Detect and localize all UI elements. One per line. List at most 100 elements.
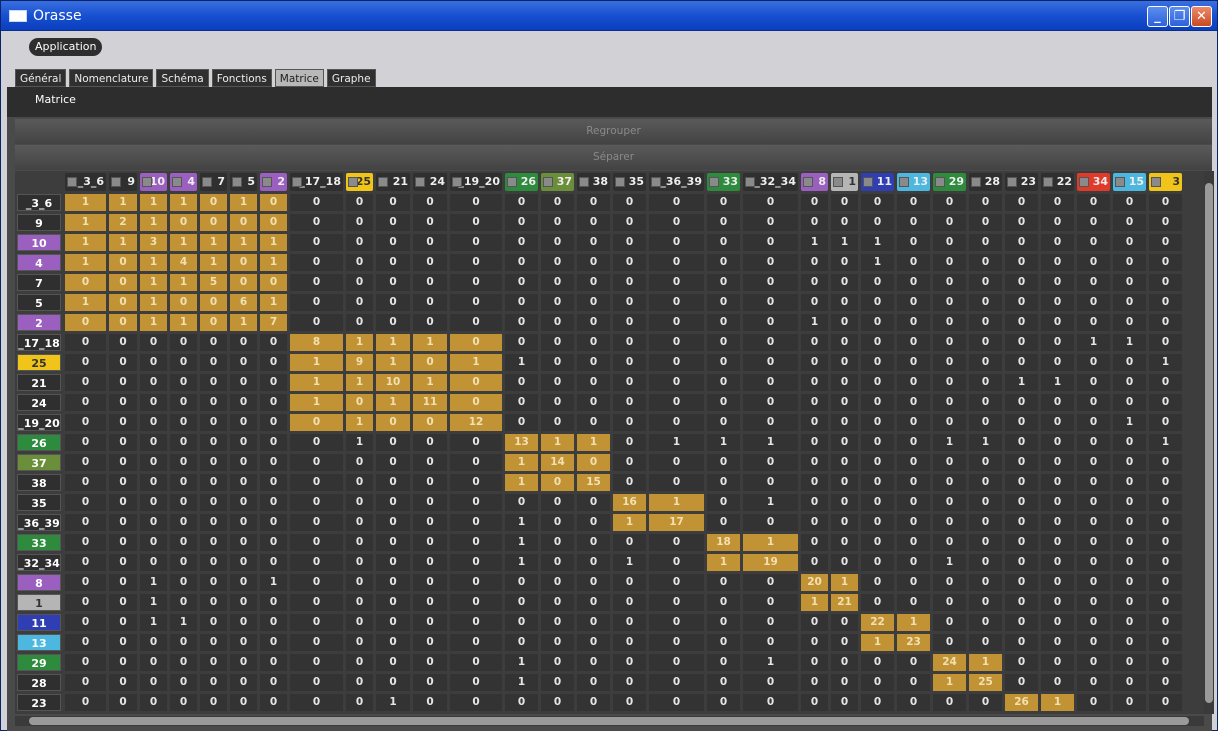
matrix-cell[interactable]: 0 <box>1041 354 1074 371</box>
matrix-cell[interactable]: 0 <box>801 474 828 491</box>
matrix-cell[interactable]: 0 <box>1005 394 1038 411</box>
matrix-cell[interactable]: 0 <box>346 554 373 571</box>
row-header[interactable]: 29 <box>17 654 61 671</box>
matrix-cell[interactable]: 0 <box>541 214 574 231</box>
matrix-cell[interactable]: 0 <box>140 554 167 571</box>
matrix-cell[interactable]: 0 <box>831 554 858 571</box>
matrix-cell[interactable]: 0 <box>1041 474 1074 491</box>
matrix-cell[interactable]: 0 <box>613 454 646 471</box>
matrix-cell[interactable]: 0 <box>707 614 740 631</box>
matrix-cell[interactable]: 1 <box>170 274 197 291</box>
matrix-cell[interactable]: 0 <box>170 494 197 511</box>
matrix-cell[interactable]: 0 <box>65 334 106 351</box>
matrix-cell[interactable]: 0 <box>613 534 646 551</box>
matrix-cell[interactable]: 13 <box>505 434 538 451</box>
matrix-cell[interactable]: 0 <box>109 494 137 511</box>
matrix-cell[interactable]: 0 <box>649 194 704 211</box>
matrix-cell[interactable]: 0 <box>376 494 410 511</box>
row-header[interactable]: _19_20 <box>17 414 61 431</box>
matrix-cell[interactable]: 0 <box>969 334 1002 351</box>
matrix-cell[interactable]: 0 <box>413 614 447 631</box>
matrix-cell[interactable]: 0 <box>541 674 574 691</box>
matrix-cell[interactable]: 0 <box>413 494 447 511</box>
matrix-cell[interactable]: 0 <box>897 654 930 671</box>
matrix-cell[interactable]: 0 <box>613 634 646 651</box>
column-select-checkbox[interactable] <box>543 177 553 187</box>
column-select-checkbox[interactable] <box>709 177 719 187</box>
matrix-cell[interactable]: 0 <box>831 274 858 291</box>
matrix-cell[interactable]: 0 <box>109 354 137 371</box>
matrix-cell[interactable]: 0 <box>346 254 373 271</box>
matrix-cell[interactable]: 0 <box>743 474 798 491</box>
matrix-cell[interactable]: 0 <box>743 334 798 351</box>
matrix-cell[interactable]: 0 <box>1077 194 1110 211</box>
matrix-cell[interactable]: 0 <box>801 554 828 571</box>
matrix-cell[interactable]: 0 <box>290 454 343 471</box>
matrix-cell[interactable]: 0 <box>1113 234 1146 251</box>
matrix-cell[interactable]: 0 <box>450 694 502 711</box>
matrix-cell[interactable]: 1 <box>1041 374 1074 391</box>
matrix-cell[interactable]: 0 <box>969 634 1002 651</box>
matrix-cell[interactable]: 0 <box>969 594 1002 611</box>
matrix-cell[interactable]: 0 <box>933 294 966 311</box>
matrix-cell[interactable]: 0 <box>109 694 137 711</box>
matrix-cell[interactable]: 0 <box>861 514 894 531</box>
matrix-cell[interactable]: 0 <box>861 274 894 291</box>
matrix-cell[interactable]: 0 <box>1041 334 1074 351</box>
matrix-cell[interactable]: 0 <box>933 354 966 371</box>
matrix-cell[interactable]: 0 <box>170 574 197 591</box>
matrix-cell[interactable]: 1 <box>1005 374 1038 391</box>
matrix-cell[interactable]: 0 <box>649 654 704 671</box>
matrix-cell[interactable]: 1 <box>230 314 257 331</box>
matrix-cell[interactable]: 0 <box>290 494 343 511</box>
matrix-cell[interactable]: 0 <box>649 594 704 611</box>
matrix-cell[interactable]: 0 <box>801 254 828 271</box>
matrix-cell[interactable]: 0 <box>969 374 1002 391</box>
matrix-cell[interactable]: 0 <box>861 574 894 591</box>
matrix-cell[interactable]: 0 <box>1113 654 1146 671</box>
matrix-cell[interactable]: 0 <box>897 394 930 411</box>
column-select-checkbox[interactable] <box>863 177 873 187</box>
matrix-cell[interactable]: 1 <box>140 194 167 211</box>
matrix-cell[interactable]: 21 <box>831 594 858 611</box>
matrix-cell[interactable]: 0 <box>933 694 966 711</box>
matrix-cell[interactable]: 0 <box>969 214 1002 231</box>
matrix-cell[interactable]: 0 <box>376 634 410 651</box>
matrix-cell[interactable]: 0 <box>541 314 574 331</box>
matrix-cell[interactable]: 0 <box>969 234 1002 251</box>
matrix-cell[interactable]: 0 <box>346 214 373 231</box>
matrix-cell[interactable]: 0 <box>140 514 167 531</box>
matrix-cell[interactable]: 0 <box>1005 434 1038 451</box>
matrix-cell[interactable]: 0 <box>1149 614 1182 631</box>
matrix-cell[interactable]: 0 <box>541 394 574 411</box>
matrix-cell[interactable]: 0 <box>230 634 257 651</box>
matrix-cell[interactable]: 0 <box>230 694 257 711</box>
matrix-cell[interactable]: 0 <box>346 294 373 311</box>
matrix-cell[interactable]: 0 <box>1041 534 1074 551</box>
matrix-cell[interactable]: 0 <box>413 594 447 611</box>
matrix-cell[interactable]: 0 <box>1077 314 1110 331</box>
matrix-cell[interactable]: 0 <box>613 474 646 491</box>
matrix-cell[interactable]: 0 <box>649 574 704 591</box>
matrix-cell[interactable]: 0 <box>1077 234 1110 251</box>
matrix-cell[interactable]: 1 <box>743 654 798 671</box>
matrix-cell[interactable]: 0 <box>1005 214 1038 231</box>
matrix-cell[interactable]: 0 <box>1077 654 1110 671</box>
matrix-cell[interactable]: 0 <box>170 674 197 691</box>
matrix-cell[interactable]: 1 <box>140 254 167 271</box>
matrix-cell[interactable]: 0 <box>743 634 798 651</box>
matrix-cell[interactable]: 0 <box>1113 614 1146 631</box>
row-header[interactable]: 37 <box>17 454 61 471</box>
matrix-cell[interactable]: 0 <box>65 554 106 571</box>
matrix-cell[interactable]: 0 <box>577 374 610 391</box>
matrix-cell[interactable]: 0 <box>260 474 287 491</box>
matrix-cell[interactable]: 0 <box>65 354 106 371</box>
matrix-cell[interactable]: 0 <box>109 274 137 291</box>
matrix-cell[interactable]: 0 <box>831 334 858 351</box>
matrix-cell[interactable]: 0 <box>933 334 966 351</box>
matrix-cell[interactable]: 0 <box>897 514 930 531</box>
matrix-cell[interactable]: 0 <box>1077 574 1110 591</box>
matrix-cell[interactable]: 0 <box>541 514 574 531</box>
matrix-cell[interactable]: 0 <box>200 634 227 651</box>
matrix-cell[interactable]: 0 <box>376 594 410 611</box>
